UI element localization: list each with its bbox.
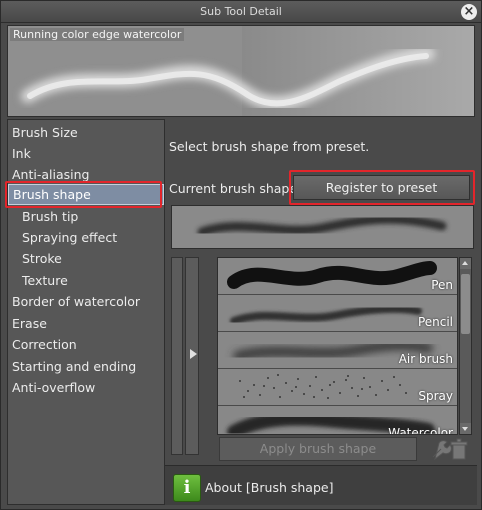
current-shape-preview [171,205,474,249]
sub-tool-detail-window: Sub Tool Detail × Running color edge wat… [0,0,482,510]
list-item-air-brush[interactable]: Air brush [218,332,457,369]
register-highlight-annotation [289,170,475,205]
sidebar-item-erase[interactable]: Erase [8,313,164,334]
trash-icon[interactable] [450,438,468,460]
list-item-pencil[interactable]: Pencil [218,295,457,332]
wrench-icon[interactable] [432,440,452,461]
brush-name: Spray [418,389,453,403]
current-brush-shape-label: Current brush shape [169,181,298,196]
sidebar-item-spraying-effect[interactable]: Spraying effect [8,227,164,248]
sidebar-item-starting-and-ending[interactable]: Starting and ending [8,356,164,377]
preset-tool-icons-graphic [432,438,468,461]
preview-label: Running color edge watercolor [10,28,185,41]
instruction-text: Select brush shape from preset. [169,139,370,154]
preset-list-scrollbar[interactable] [459,257,472,435]
about-panel: i About [Brush shape] [165,465,477,505]
sidebar-item-anti-overflow[interactable]: Anti-overflow [8,377,164,398]
sidebar-item-brush-tip[interactable]: Brush tip [8,206,164,227]
info-icon[interactable]: i [173,474,201,502]
sidebar-item-ink[interactable]: Ink [8,143,164,164]
scroll-down-icon[interactable] [460,423,471,434]
brush-name: Pencil [417,315,453,329]
sidebar-item-stroke[interactable]: Stroke [8,248,164,269]
list-item-spray[interactable]: Spray [218,369,457,406]
brush-preset-area: Pen Pencil Air brush Spray Watercolor [171,257,474,455]
pen-stroke-icon [227,261,437,289]
sidebar-item-texture[interactable]: Texture [8,270,164,291]
preset-group-strip-1[interactable] [171,257,183,455]
window-title: Sub Tool Detail [200,5,282,18]
brush-name: Watercolor [388,426,453,435]
sidebar-item-correction[interactable]: Correction [8,334,164,355]
current-shape-stroke [197,214,447,237]
preset-tool-icons [427,437,469,461]
expand-arrow-icon[interactable] [190,349,197,359]
about-text[interactable]: About [Brush shape] [205,480,333,495]
sidebar-highlight-annotation [5,181,162,208]
list-item-watercolor[interactable]: Watercolor [218,406,457,435]
brush-preset-list[interactable]: Pen Pencil Air brush Spray Watercolor [217,257,458,435]
sidebar-item-border-of-watercolor[interactable]: Border of watercolor [8,291,164,312]
list-item-pen[interactable]: Pen [218,258,457,295]
brush-preview: Running color edge watercolor [7,25,475,117]
category-sidebar: Brush Size Ink Anti-aliasing Brush shape… [7,119,165,505]
scroll-up-icon[interactable] [460,258,471,269]
brush-name: Pen [431,278,453,292]
sidebar-item-brush-size[interactable]: Brush Size [8,122,164,143]
scroll-thumb[interactable] [461,274,470,334]
title-bar[interactable]: Sub Tool Detail × [1,1,481,23]
apply-brush-shape-button[interactable]: Apply brush shape [219,437,417,461]
close-icon[interactable]: × [461,4,477,20]
brush-name: Air brush [398,352,453,366]
